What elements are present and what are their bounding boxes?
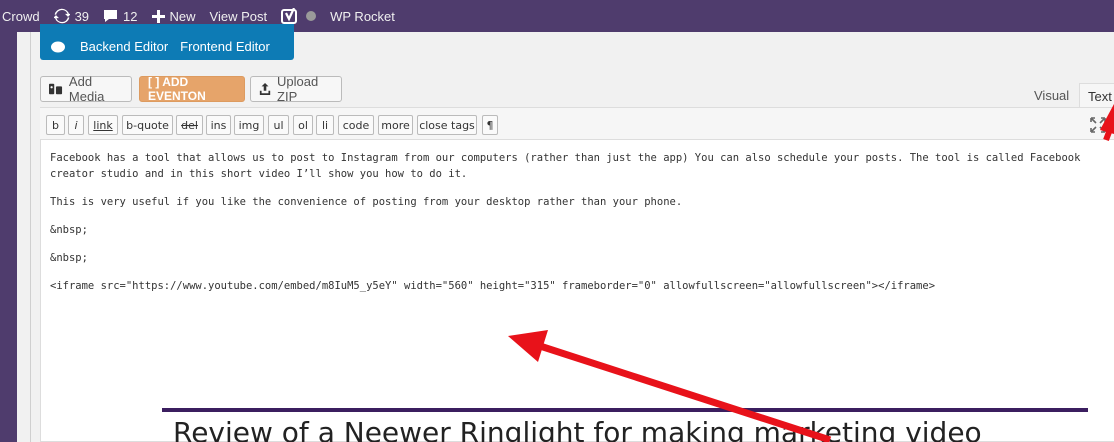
fullscreen-icon[interactable] bbox=[1089, 116, 1107, 134]
tab-visual-label: Visual bbox=[1034, 88, 1070, 103]
quicktag-del-button[interactable]: del bbox=[176, 115, 203, 135]
content-paragraph: This is very useful if you like the conv… bbox=[50, 196, 683, 208]
content-divider bbox=[30, 32, 31, 442]
preview-post-title: Review of a Neewer Ringlight for making … bbox=[173, 416, 982, 442]
upload-zip-button[interactable]: Upload ZIP bbox=[250, 74, 342, 104]
admin-sidebar-edge bbox=[0, 32, 17, 442]
site-name: Crowd bbox=[2, 8, 40, 24]
tab-text[interactable]: Text bbox=[1079, 83, 1114, 107]
tab-visual[interactable]: Visual bbox=[1026, 83, 1077, 107]
quicktag-bold-button[interactable]: b bbox=[46, 115, 65, 135]
quicktag-code-button[interactable]: code bbox=[338, 115, 374, 135]
plus-icon bbox=[151, 9, 165, 23]
content-nbsp: &nbsp; bbox=[50, 224, 88, 236]
preview-header-line bbox=[162, 408, 1088, 412]
quicktag-ul-button[interactable]: ul bbox=[268, 115, 289, 135]
content-paragraph: Facebook has a tool that allows us to po… bbox=[50, 152, 1081, 180]
frontend-editor-button[interactable]: Frontend Editor bbox=[180, 39, 270, 54]
view-post-label: View Post bbox=[209, 8, 268, 24]
add-eventon-button[interactable]: [ ] ADD EVENTON bbox=[139, 75, 245, 103]
content-nbsp: &nbsp; bbox=[50, 252, 88, 264]
content-iframe-code: <iframe src="https://www.youtube.com/emb… bbox=[50, 280, 936, 292]
updates-icon bbox=[53, 8, 70, 24]
media-icon bbox=[49, 83, 63, 95]
wp-rocket-menu[interactable]: WP Rocket bbox=[323, 0, 402, 32]
quicktag-img-button[interactable]: img bbox=[234, 115, 264, 135]
quicktag-close-tags-button[interactable]: close tags bbox=[417, 115, 477, 135]
quicktag-ol-button[interactable]: ol bbox=[293, 115, 313, 135]
quicktag-ins-button[interactable]: ins bbox=[206, 115, 231, 135]
wp-rocket-label: WP Rocket bbox=[330, 8, 395, 24]
quicktag-li-button[interactable]: li bbox=[316, 115, 334, 135]
quicktag-bquote-button[interactable]: b-quote bbox=[122, 115, 173, 135]
wpbakery-editor-switch: Backend Editor Frontend Editor bbox=[40, 24, 294, 60]
quicktag-link-button[interactable]: link bbox=[88, 115, 118, 135]
tab-text-label: Text bbox=[1088, 89, 1112, 104]
comments-count: 12 bbox=[123, 8, 138, 24]
add-eventon-label: [ ] ADD EVENTON bbox=[148, 75, 206, 103]
new-label: New bbox=[169, 8, 196, 24]
backend-editor-button[interactable]: Backend Editor bbox=[80, 39, 168, 54]
upload-zip-label: Upload ZIP bbox=[277, 74, 319, 104]
upload-icon bbox=[259, 82, 271, 96]
editor-textarea[interactable]: Facebook has a tool that allows us to po… bbox=[50, 150, 1100, 306]
add-media-button[interactable]: Add Media bbox=[40, 74, 132, 104]
add-media-label: Add Media bbox=[68, 74, 105, 104]
comment-icon bbox=[104, 10, 118, 22]
yoast-icon bbox=[281, 8, 298, 24]
quicktag-paragraph-button[interactable]: ¶ bbox=[482, 115, 498, 135]
wpbakery-logo-icon bbox=[51, 41, 65, 53]
quicktag-more-button[interactable]: more bbox=[378, 115, 413, 135]
updates-count: 39 bbox=[74, 8, 90, 24]
quicktag-italic-button[interactable]: i bbox=[68, 115, 84, 135]
seo-status-dot-icon bbox=[306, 11, 317, 21]
